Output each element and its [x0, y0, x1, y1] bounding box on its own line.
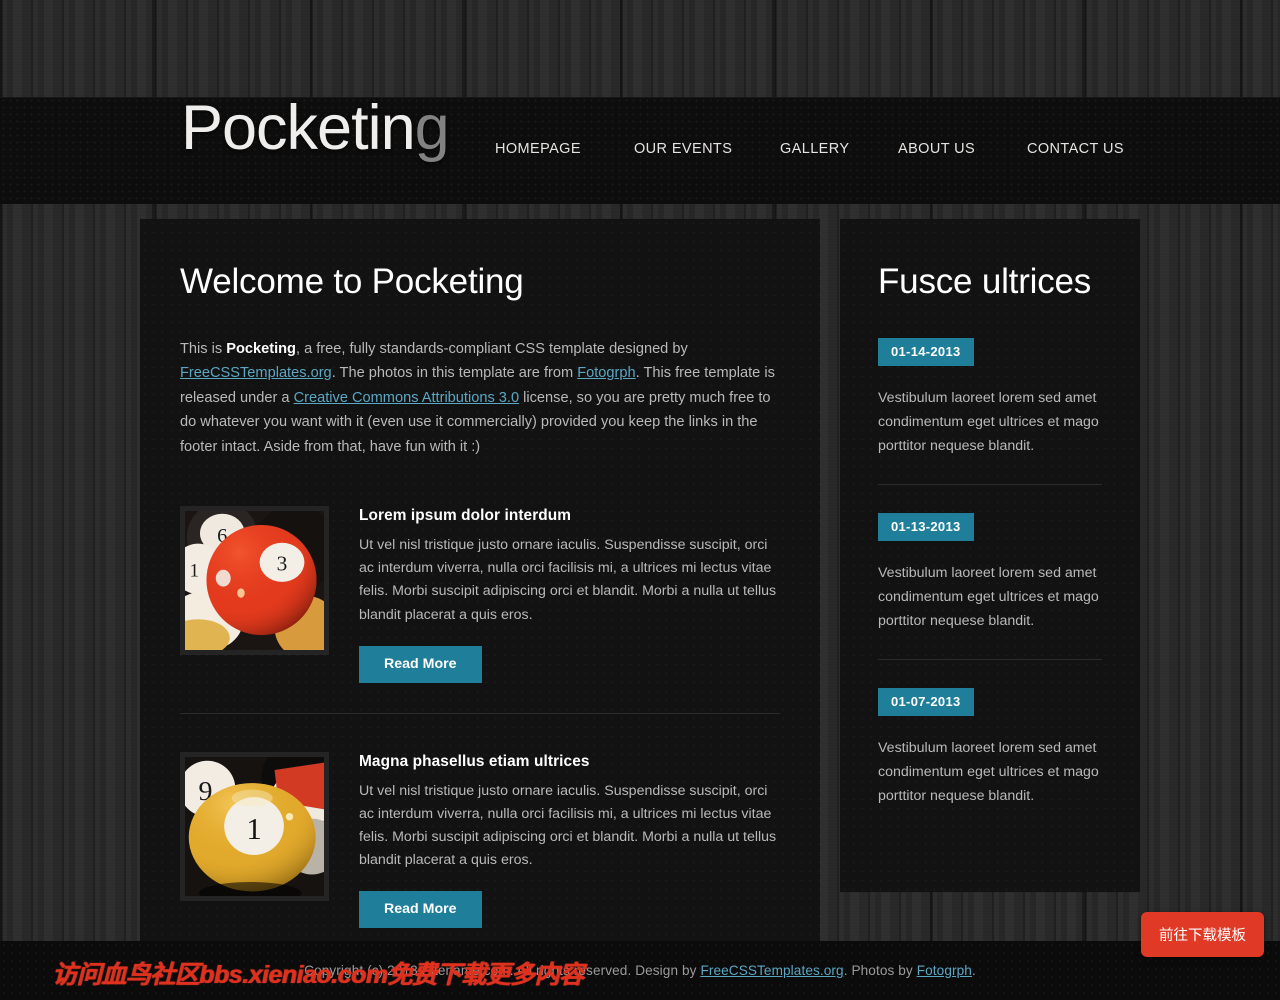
- post-text: Vestibulum laoreet lorem sed amet condim…: [878, 564, 1099, 629]
- link-creative-commons[interactable]: Creative Commons Attributions 3.0: [294, 390, 520, 406]
- article-item: 9 1 Magna phasellus etiam ultrices Ut ve…: [180, 712, 780, 929]
- footer-copyright: Copyright (c) 2013 Sitename.com. All rig…: [304, 963, 976, 978]
- intro-paragraph: This is Pocketing, a free, fully standar…: [180, 337, 780, 460]
- article-thumbnail[interactable]: 9 1: [180, 751, 329, 901]
- footer-suffix: .: [971, 963, 976, 978]
- content-panel: Welcome to Pocketing This is Pocketing, …: [140, 219, 820, 959]
- article-thumbnail[interactable]: 6 1 3: [180, 506, 329, 656]
- post-text: Vestibulum laoreet lorem sed amet condim…: [878, 389, 1099, 454]
- article-item: 6 1 3 Lorem ipsum dolor interdum Ut vel …: [180, 473, 780, 683]
- link-freecsstemplates[interactable]: FreeCSSTemplates.org: [180, 365, 332, 381]
- nav-item-about-us[interactable]: ABOUT US: [898, 141, 1027, 157]
- sidebar-post: 01-13-2013 Vestibulum laoreet lorem sed …: [878, 483, 1102, 659]
- logo-main-text: Pocketin: [181, 93, 416, 163]
- read-more-button[interactable]: Read More: [359, 645, 482, 683]
- svg-text:3: 3: [277, 552, 288, 576]
- article-text: Ut vel nisl tristique justo ornare iacul…: [359, 537, 777, 623]
- download-template-button[interactable]: 前往下载模板: [1141, 912, 1264, 957]
- article-body: Lorem ipsum dolor interdum Ut vel nisl t…: [359, 506, 780, 683]
- intro-text-c: , a free, fully standards-compliant CSS …: [295, 340, 688, 357]
- sidebar-post: 01-14-2013 Vestibulum laoreet lorem sed …: [878, 337, 1102, 484]
- svg-text:1: 1: [246, 812, 261, 846]
- article-heading: Lorem ipsum dolor interdum: [359, 507, 572, 525]
- nav-item-gallery[interactable]: GALLERY: [780, 141, 898, 157]
- footer-copyright-prefix: Copyright (c) 2013 Sitename.com. All rig…: [304, 963, 701, 978]
- svg-text:1: 1: [190, 560, 199, 581]
- page-title: Welcome to Pocketing: [180, 262, 524, 301]
- site-header: Pocketing HOMEPAGE OUR EVENTS GALLERY AB…: [0, 93, 1280, 204]
- main-navigation: HOMEPAGE OUR EVENTS GALLERY ABOUT US CON…: [495, 141, 1124, 157]
- footer-link-photos[interactable]: Fotogrph: [917, 963, 972, 978]
- nav-item-contact-us[interactable]: CONTACT US: [1027, 141, 1124, 157]
- pool-balls-red-three-image: 6 1 3: [185, 511, 324, 651]
- post-date-badge[interactable]: 01-14-2013: [878, 337, 974, 366]
- sidebar-panel: Fusce ultrices 01-14-2013 Vestibulum lao…: [840, 219, 1140, 892]
- intro-text-a: This is: [180, 340, 227, 357]
- intro-brand: Pocketing: [226, 340, 296, 357]
- page-wrapper: Welcome to Pocketing This is Pocketing, …: [140, 219, 1140, 959]
- article-text: Ut vel nisl tristique justo ornare iacul…: [359, 782, 777, 869]
- intro-text-d: . The photos in this template are from: [331, 365, 578, 382]
- footer-link-design[interactable]: FreeCSSTemplates.org: [700, 963, 843, 978]
- post-text: Vestibulum laoreet lorem sed amet condim…: [878, 739, 1099, 804]
- link-fotogrph[interactable]: Fotogrph: [577, 365, 635, 381]
- pool-balls-yellow-one-image: 9 1: [185, 756, 324, 896]
- site-logo[interactable]: Pocketing: [181, 92, 450, 164]
- read-more-button[interactable]: Read More: [359, 891, 482, 929]
- site-footer: Copyright (c) 2013 Sitename.com. All rig…: [0, 941, 1280, 1000]
- main-layout: Welcome to Pocketing This is Pocketing, …: [140, 219, 1140, 959]
- page-root: Pocketing HOMEPAGE OUR EVENTS GALLERY AB…: [0, 0, 1280, 1000]
- post-date-badge[interactable]: 01-07-2013: [878, 687, 974, 716]
- sidebar-post: 01-07-2013 Vestibulum laoreet lorem sed …: [878, 658, 1102, 834]
- post-date-badge[interactable]: 01-13-2013: [878, 512, 974, 541]
- header-inner: Pocketing HOMEPAGE OUR EVENTS GALLERY AB…: [140, 93, 1140, 204]
- article-heading: Magna phasellus etiam ultrices: [359, 752, 590, 770]
- footer-mid-text: . Photos by: [843, 963, 917, 978]
- nav-item-our-events[interactable]: OUR EVENTS: [634, 141, 780, 157]
- sidebar-title: Fusce ultrices: [878, 262, 1092, 301]
- article-body: Magna phasellus etiam ultrices Ut vel ni…: [359, 752, 780, 929]
- logo-tail-text: g: [414, 93, 450, 163]
- nav-item-homepage[interactable]: HOMEPAGE: [495, 141, 634, 157]
